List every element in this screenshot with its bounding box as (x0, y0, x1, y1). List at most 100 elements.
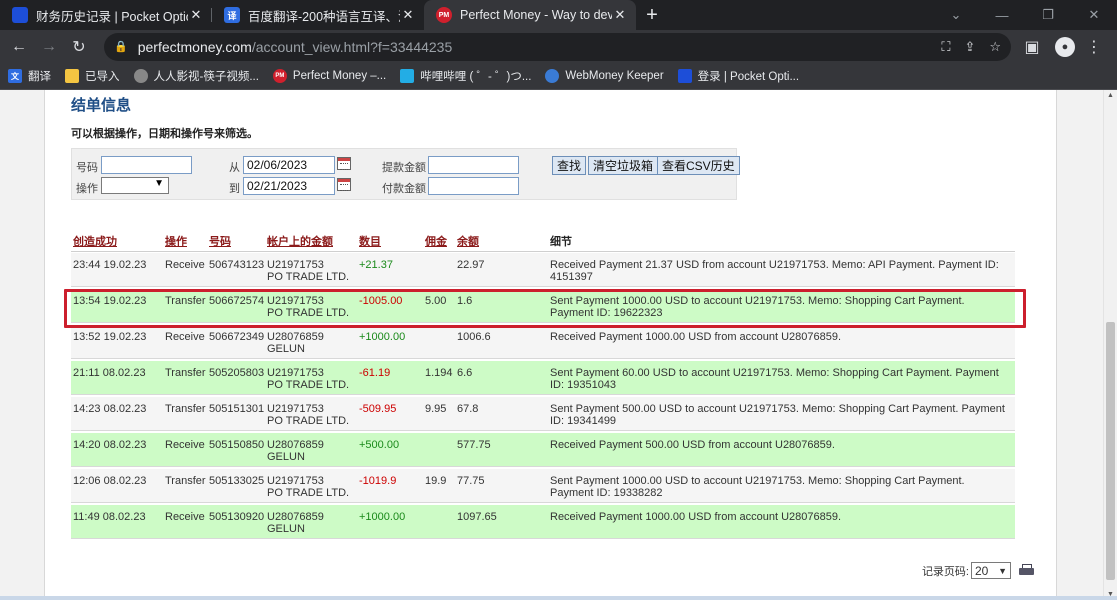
bookmark-translate[interactable]: 文翻译 (8, 68, 51, 84)
profile-avatar-icon[interactable]: ● (1055, 36, 1075, 57)
new-tab-button[interactable]: + (636, 0, 668, 30)
browser-tab-bar: 财务历史记录 | Pocket Option ✕ 译 百度翻译-200种语言互译… (0, 0, 1117, 30)
close-window-icon[interactable]: ✕ (1071, 0, 1117, 30)
forward-arrow-icon[interactable]: → (36, 34, 62, 60)
row-account-id: U28076859 (267, 439, 324, 451)
operation-select[interactable]: ▼ (101, 177, 169, 194)
number-input[interactable] (101, 156, 192, 174)
withdraw-amount-input[interactable] (428, 156, 519, 174)
url-host: perfectmoney.com (137, 38, 252, 55)
tab-perfect-money[interactable]: PM Perfect Money - Way to develo ✕ (424, 0, 636, 30)
back-arrow-icon[interactable]: ← (6, 34, 32, 60)
scroll-up-icon[interactable]: ▲ (1107, 92, 1114, 99)
tab-baidu-translate[interactable]: 译 百度翻译-200种语言互译、沟通 ✕ (212, 0, 424, 30)
search-button[interactable]: 查找 (552, 156, 587, 175)
scrollbar-thumb[interactable] (1106, 322, 1115, 580)
row-account-name: PO TRADE LTD. (267, 307, 350, 319)
row-balance: 77.75 (457, 475, 485, 487)
row-account-name: GELUN (267, 451, 305, 463)
bilibili-icon (400, 69, 415, 83)
to-date-input[interactable] (243, 177, 335, 195)
url-path: /account_view.html?f=33444235 (251, 38, 453, 55)
column-account[interactable]: 帐户上的金额 (267, 233, 333, 249)
row-operation: Transfer (165, 295, 206, 307)
tab-title: 财务历史记录 | Pocket Option (36, 9, 188, 24)
close-icon[interactable]: ✕ (612, 7, 628, 23)
close-icon[interactable]: ✕ (188, 7, 204, 23)
row-balance: 577.75 (457, 439, 491, 451)
bookmark-pocket-option-login[interactable]: 登录 | Pocket Opti... (677, 68, 800, 84)
printer-icon[interactable] (1019, 564, 1034, 577)
translate-page-icon[interactable]: ⛶ (941, 39, 950, 55)
table-row: 11:49 08.02.23 Receive 505130920 U28076859 G… (71, 505, 1015, 539)
reload-icon[interactable]: ↻ (66, 34, 92, 60)
share-icon[interactable]: ⇪ (964, 39, 975, 55)
payment-amount-input[interactable] (428, 177, 519, 195)
tab-pocket-option-history[interactable]: 财务历史记录 | Pocket Option ✕ (0, 0, 212, 30)
chevron-down-icon: ▼ (154, 178, 164, 189)
bookmark-label: 人人影视-筷子视频... (153, 71, 259, 83)
row-account-id: U28076859 (267, 331, 324, 343)
taskbar-strip (0, 596, 1117, 600)
bookmark-imported[interactable]: 已导入 (65, 68, 120, 84)
view-csv-history-button[interactable]: 查看CSV历史 (657, 156, 740, 175)
row-account-id: U21971753 (267, 475, 324, 487)
table-row: 14:23 08.02.23 Transfer 505151301 U21971753… (71, 397, 1015, 431)
bookmark-perfect-money[interactable]: PM Perfect Money –... (272, 69, 386, 83)
statement-content: 结单信息 可以根据操作，日期和操作号来筛选。 号码 操作 ▼ 从 到 提款金额 … (44, 90, 1057, 600)
close-icon[interactable]: ✕ (400, 7, 416, 23)
from-date-input[interactable] (243, 156, 335, 174)
row-amount: +500.00 (359, 439, 400, 451)
side-panel-icon[interactable]: ▣ (1019, 34, 1045, 60)
row-account: U28076859 GELUN (267, 439, 324, 463)
row-number: 505133025 (209, 475, 265, 487)
row-account-name: GELUN (267, 523, 305, 535)
address-bar[interactable]: 🔒 perfectmoney.com/account_view.html?f=3… (104, 32, 1011, 61)
bookmark-label: 哔哩哔哩 ( ゜- ゜)つ... (420, 71, 532, 83)
calendar-icon[interactable] (337, 178, 351, 191)
pocket-option-icon (12, 7, 28, 23)
column-operation[interactable]: 操作 (165, 233, 187, 249)
column-fee[interactable]: 佣金 (425, 233, 447, 249)
row-balance: 67.8 (457, 403, 479, 415)
row-account: U21971753 PO TRADE LTD. (267, 259, 349, 283)
operation-label: 操作 (76, 183, 98, 195)
row-balance: 22.97 (457, 259, 485, 271)
row-account: U28076859 GELUN (267, 511, 324, 535)
bookmark-label: WebMoney Keeper (565, 70, 664, 82)
row-balance: 1097.65 (457, 511, 497, 523)
column-amount[interactable]: 数目 (359, 233, 381, 249)
chevron-down-icon[interactable]: ⌄ (933, 0, 979, 30)
bookmark-webmoney[interactable]: WebMoney Keeper (545, 69, 664, 83)
page-scrollbar[interactable]: ▲ ▼ (1103, 90, 1117, 600)
pocket-option-icon (677, 69, 692, 83)
perfect-money-icon: PM (272, 69, 287, 83)
column-created[interactable]: 创造成功 (73, 233, 117, 249)
clear-trash-button[interactable]: 清空垃圾箱 (588, 156, 659, 175)
row-amount: +21.37 (359, 259, 393, 271)
row-amount: -1019.9 (359, 475, 397, 487)
row-account-id: U21971753 (267, 367, 324, 379)
page-size-value: 20 (975, 563, 989, 578)
minimize-icon[interactable]: — (979, 0, 1025, 30)
menu-kebab-icon[interactable]: ⋮ (1081, 34, 1107, 60)
row-account-name: PO TRADE LTD. (267, 271, 350, 283)
calendar-icon[interactable] (337, 157, 351, 170)
window-controls: ⌄ — ❐ ✕ (933, 0, 1117, 30)
row-amount: -61.19 (359, 367, 391, 379)
page-size-select[interactable]: 20 ▼ (971, 562, 1011, 579)
perfect-money-icon: PM (436, 7, 452, 23)
row-account-name: PO TRADE LTD. (267, 379, 350, 391)
bookmark-bilibili[interactable]: 哔哩哔哩 ( ゜- ゜)つ... (400, 68, 531, 84)
row-date: 11:49 08.02.23 (73, 511, 146, 523)
table-row: 13:54 19.02.23 Transfer 506672574 U21971753… (71, 289, 1015, 323)
restore-icon[interactable]: ❐ (1025, 0, 1071, 30)
bookmark-star-icon[interactable]: ☆ (989, 39, 1001, 55)
column-number[interactable]: 号码 (209, 233, 231, 249)
column-balance[interactable]: 余额 (457, 233, 479, 249)
bookmark-label: 登录 | Pocket Opti... (697, 71, 800, 83)
tab-title: Perfect Money - Way to develo (460, 8, 612, 22)
bookmark-renren[interactable]: 人人影视-筷子视频... (133, 68, 259, 84)
table-row: 13:52 19.02.23 Receive 506672349 U28076859 G… (71, 325, 1015, 359)
translate-icon: 文 (8, 69, 22, 83)
